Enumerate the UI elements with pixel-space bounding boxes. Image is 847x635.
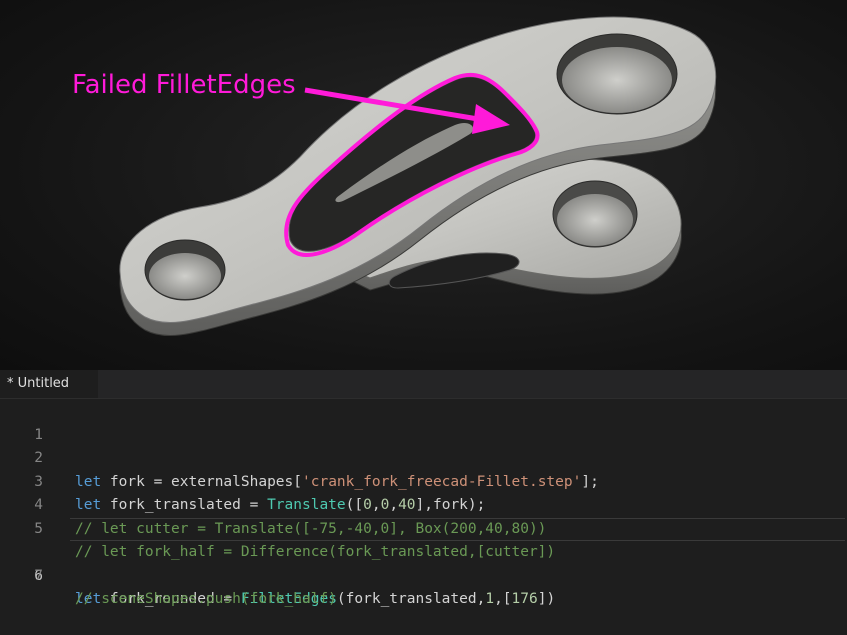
- code-line-active[interactable]: 6 let fork_rounded = FilletEdges(fork_tr…: [0, 517, 847, 607]
- tab-untitled[interactable]: * Untitled: [0, 370, 98, 398]
- code-area[interactable]: 1 2 let fork = externalShapes['crank_for…: [0, 400, 847, 608]
- current-line-highlight: [70, 517, 845, 541]
- crank-fork-model: [119, 16, 717, 337]
- failed-filletedges-label: Failed FilletEdges: [72, 70, 296, 100]
- line-number: 7: [34, 567, 43, 584]
- 3d-viewport[interactable]: Failed FilletEdges: [0, 0, 847, 370]
- code-line[interactable]: 5 // let fork_half = Difference(fork_tra…: [0, 494, 847, 561]
- code-line[interactable]: 3 let fork_translated = Translate([0,0,4…: [0, 447, 847, 514]
- tab-bar: * Untitled: [0, 370, 847, 399]
- code-editor[interactable]: * Untitled 1 2 let fork = externalShapes…: [0, 370, 847, 608]
- code-line[interactable]: 4 // let cutter = Translate([-75,-40,0],…: [0, 471, 847, 537]
- code-line[interactable]: 7 // sceneShapes.push(fork_half): [0, 541, 847, 608]
- code-line[interactable]: 1: [0, 400, 847, 443]
- code-line[interactable]: 2 let fork = externalShapes['crank_fork_…: [0, 424, 847, 490]
- line-text[interactable]: // sceneShapes.push(fork_half): [75, 588, 337, 612]
